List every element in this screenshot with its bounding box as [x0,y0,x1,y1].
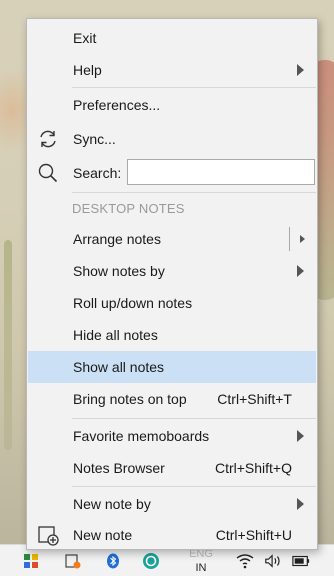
submenu-arrow-icon [297,64,304,76]
menu-item-show-notes-by[interactable]: Show notes by [28,255,316,287]
tray-context-menu: Exit Help Preferences... Sync... Search: [26,18,318,550]
menu-item-label: Show all notes [73,359,165,375]
menu-item-label: Notes Browser [73,460,165,476]
submenu-arrow-icon [297,430,304,442]
menu-item-search: Search: [28,157,316,189]
menu-item-arrange-notes[interactable]: Arrange notes [28,223,316,255]
menu-item-shortcut: Ctrl+Shift+Q [214,460,292,476]
search-label: Search: [73,165,122,181]
menu-item-new-note[interactable]: New note Ctrl+Shift+U [28,519,316,551]
bluetooth-icon[interactable] [104,552,122,570]
menu-item-label: Roll up/down notes [73,295,193,311]
menu-item-shortcut: Ctrl+Shift+U [215,527,292,543]
language-bottom: IN [195,562,207,574]
submenu-arrow-icon[interactable] [300,235,305,243]
tray-note-icon[interactable] [64,552,82,570]
submenu-arrow-icon [297,498,304,510]
menu-item-label: Show notes by [73,263,165,279]
menu-item-label: Bring notes on top [73,391,187,407]
wallpaper-stem [4,240,12,450]
sync-icon [37,128,59,150]
wifi-icon[interactable] [236,552,254,570]
search-input[interactable] [127,159,315,185]
split-divider [289,227,290,251]
security-app-icon[interactable] [142,552,160,570]
menu-item-label: Exit [73,30,97,46]
menu-item-hide-all-notes[interactable]: Hide all notes [28,319,316,351]
submenu-arrow-icon [297,265,304,277]
menu-separator [72,192,316,193]
menu-separator [72,418,316,419]
language-indicator[interactable]: ENG IN [186,547,216,575]
menu-item-label: New note [73,527,133,543]
menu-item-new-note-by[interactable]: New note by [28,488,316,520]
menu-item-label: Preferences... [73,97,161,113]
volume-icon[interactable] [264,552,282,570]
menu-item-help[interactable]: Help [28,54,316,86]
menu-item-label: New note by [73,496,151,512]
menu-item-bring-on-top[interactable]: Bring notes on top Ctrl+Shift+T [28,383,316,415]
search-icon [37,162,59,184]
menu-item-favorite-memoboards[interactable]: Favorite memoboards [28,420,316,452]
battery-icon[interactable] [292,552,310,570]
start-icon[interactable] [22,552,40,570]
menu-item-label: Sync... [73,131,116,147]
menu-item-exit[interactable]: Exit [28,22,316,54]
menu-item-label: Favorite memoboards [73,428,210,444]
menu-item-label: Help [73,62,102,78]
menu-item-notes-browser[interactable]: Notes Browser Ctrl+Shift+Q [28,452,316,484]
menu-item-show-all-notes[interactable]: Show all notes [28,351,316,383]
menu-item-label: Arrange notes [73,231,161,247]
menu-item-label: Hide all notes [73,327,158,343]
new-note-icon [37,524,59,546]
menu-item-shortcut: Ctrl+Shift+T [217,391,292,407]
menu-item-roll-up-down[interactable]: Roll up/down notes [28,287,316,319]
menu-item-sync[interactable]: Sync... [28,123,316,155]
menu-item-preferences[interactable]: Preferences... [28,89,316,121]
menu-separator [72,486,316,487]
menu-separator [72,87,316,88]
section-header-desktop-notes: DESKTOP NOTES [72,201,185,216]
